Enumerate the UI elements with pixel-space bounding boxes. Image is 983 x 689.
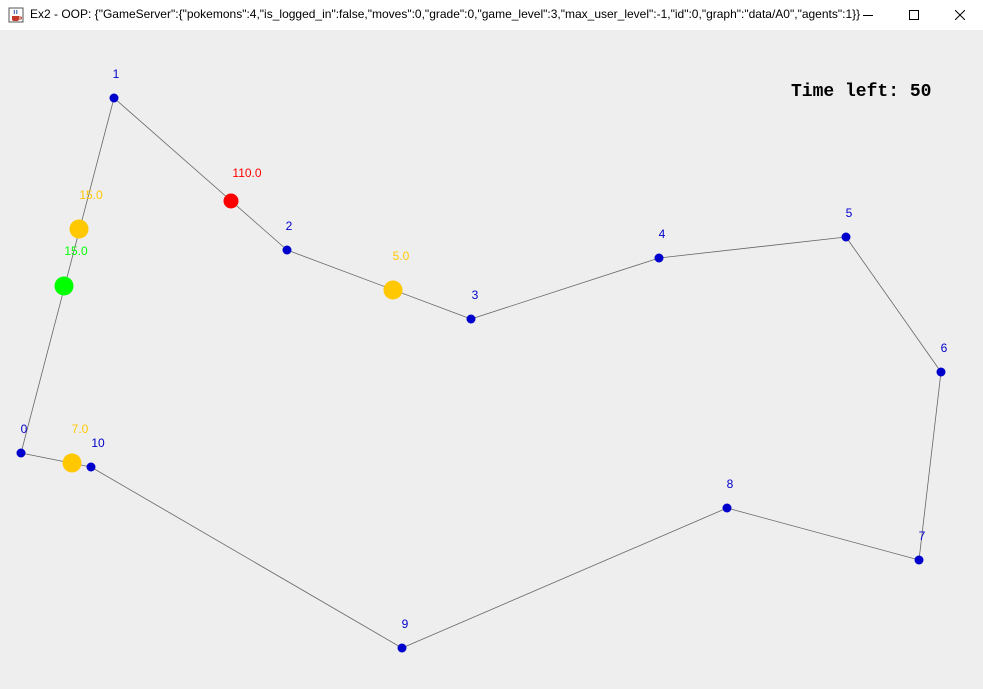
graph-node-8: [722, 503, 732, 513]
graph-node-label-9: 9: [402, 617, 409, 631]
graph-node-0: [16, 448, 26, 458]
graph-node-label-10: 10: [91, 436, 105, 450]
pokemon-value-label: 5.0: [393, 249, 410, 263]
pokemon-marker: [69, 219, 89, 239]
graph-node-label-8: 8: [727, 477, 734, 491]
graph-node-label-6: 6: [941, 341, 948, 355]
graph-node-label-2: 2: [286, 219, 293, 233]
pokemon-marker: [54, 276, 74, 296]
graph-node-label-1: 1: [113, 67, 120, 81]
graph-node-2: [282, 245, 292, 255]
graph-board: 0 1 2 3 4 5 6 7 8 9 10 15.0 15.0 5.0 7.0 110.0: [16, 67, 948, 653]
pokemon-layer: 15.0 15.0 5.0 7.0: [54, 188, 410, 473]
graph-edge-5-6: [845, 236, 942, 373]
graph-node-label-0: 0: [21, 422, 28, 436]
edges-layer: [20, 97, 942, 649]
graph-node-4: [654, 253, 664, 263]
pokemon-value-label: 15.0: [79, 188, 103, 202]
time-left-label: Time left:: [791, 82, 900, 102]
graph-node-9: [397, 643, 407, 653]
pokemon-marker: [383, 280, 403, 300]
pokemon-value-label: 7.0: [72, 422, 89, 436]
graph-node-3: [466, 314, 476, 324]
pokemon-marker: [62, 453, 82, 473]
graph-node-10: [86, 462, 96, 472]
graph-node-label-4: 4: [659, 227, 666, 241]
graph-edge-3-4: [470, 257, 660, 320]
agent-value-label: 110.0: [232, 166, 261, 180]
graph-node-7: [914, 555, 924, 565]
time-left-value: 50: [909, 82, 932, 102]
graph-node-label-7: 7: [919, 529, 926, 543]
graph-edge-7-8: [726, 507, 920, 561]
graph-edge-8-9: [401, 507, 728, 649]
agent-marker: [223, 193, 239, 209]
graph-node-label-3: 3: [472, 288, 479, 302]
graph-node-1: [109, 93, 119, 103]
graph-edge-0-1: [20, 97, 115, 454]
time-left-display: Time left: 50: [791, 82, 931, 102]
nodes-layer: 0 1 2 3 4 5 6 7 8 9 10: [16, 67, 948, 653]
graph-edge-2-3: [286, 249, 472, 320]
graph-edge-4-5: [658, 236, 847, 259]
agent-layer: 110.0: [223, 166, 262, 209]
graph-edge-9-10: [90, 466, 403, 649]
pokemon-value-label: 15.0: [64, 244, 88, 258]
graph-node-5: [841, 232, 851, 242]
graph-node-6: [936, 367, 946, 377]
graph-node-label-5: 5: [846, 206, 853, 220]
